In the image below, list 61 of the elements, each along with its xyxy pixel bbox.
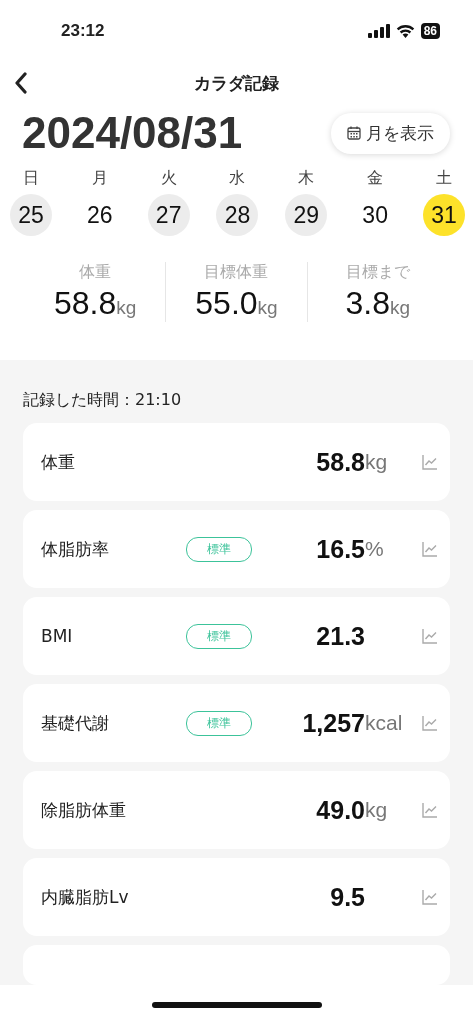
weekday-label: 水 [229,168,246,189]
metric-card[interactable]: 体脂肪率 標準 16.5% [23,510,450,588]
status-badge: 標準 [186,536,252,562]
day-button[interactable]: 25 [10,194,52,236]
calendar-icon [347,126,361,140]
metric-value: 58.8 [315,447,365,477]
metric-value: 21.3 [315,621,365,651]
stat-label: 目標まで [345,262,410,283]
metric-name: BMI [41,626,74,646]
status-badge: 標準 [186,710,252,736]
weekday-label: 金 [367,168,384,189]
stat-label: 体重 [79,262,112,283]
weekday-label: 木 [298,168,315,189]
day-button[interactable]: 30 [354,194,397,236]
line-chart-icon[interactable] [422,628,438,644]
metric-unit: % [365,537,384,561]
metric-card[interactable]: 体重 58.8kg [23,423,450,501]
metric-name: 除脂肪体重 [41,798,127,822]
weekday-label: 月 [91,168,108,189]
day-button[interactable]: 29 [285,194,328,236]
metric-value: 16.5 [315,534,365,564]
signal-icon [367,24,390,38]
line-chart-icon[interactable] [422,715,438,731]
metric-unit: kg [365,798,388,822]
line-chart-icon[interactable] [422,802,438,818]
metric-value: 49.0 [315,795,365,825]
stat-value: 55.0kg [195,285,278,322]
back-icon[interactable] [14,72,28,94]
record-time: 記録した時間：21:10 [23,390,183,411]
stat-value: 58.8kg [54,285,137,322]
day-button[interactable]: 28 [216,194,259,236]
metric-value: 9.5 [329,882,365,912]
weekday-label: 土 [435,168,452,189]
page-title: カラダ記録 [194,71,279,95]
weekday-label: 火 [160,168,177,189]
metric-unit: kcal [365,711,403,735]
status-badge: 標準 [186,623,252,649]
metric-card[interactable]: BMI 標準 21.3 [23,597,450,675]
status-time: 23:12 [61,21,105,41]
line-chart-icon[interactable] [422,541,438,557]
month-view-button[interactable]: 月を表示 [331,112,450,154]
metric-card[interactable]: 除脂肪体重 49.0kg [23,771,450,849]
day-button[interactable]: 27 [147,194,190,236]
battery-level: 86 [420,23,440,39]
weekday-label: 日 [23,168,39,189]
stat-label: 目標体重 [204,262,269,283]
metric-card[interactable]: 内臓脂肪Lv 9.5 [23,858,450,936]
day-button[interactable]: 26 [78,194,121,236]
metric-unit: kg [365,450,388,474]
stat-value: 3.8kg [345,285,411,322]
metric-name: 内臓脂肪Lv [41,885,130,909]
wifi-icon [395,24,415,38]
metric-name: 基礎代謝 [41,711,110,735]
metric-card[interactable]: 基礎代謝 標準 1,257kcal [23,684,450,762]
line-chart-icon[interactable] [422,889,438,905]
metric-name: 体脂肪率 [41,537,110,561]
day-button[interactable]: 31 [422,194,465,236]
metric-value: 1,257 [301,708,365,738]
metric-name: 体重 [41,450,76,474]
date-heading: 2024/08/31 [22,108,243,158]
line-chart-icon[interactable] [422,454,438,470]
